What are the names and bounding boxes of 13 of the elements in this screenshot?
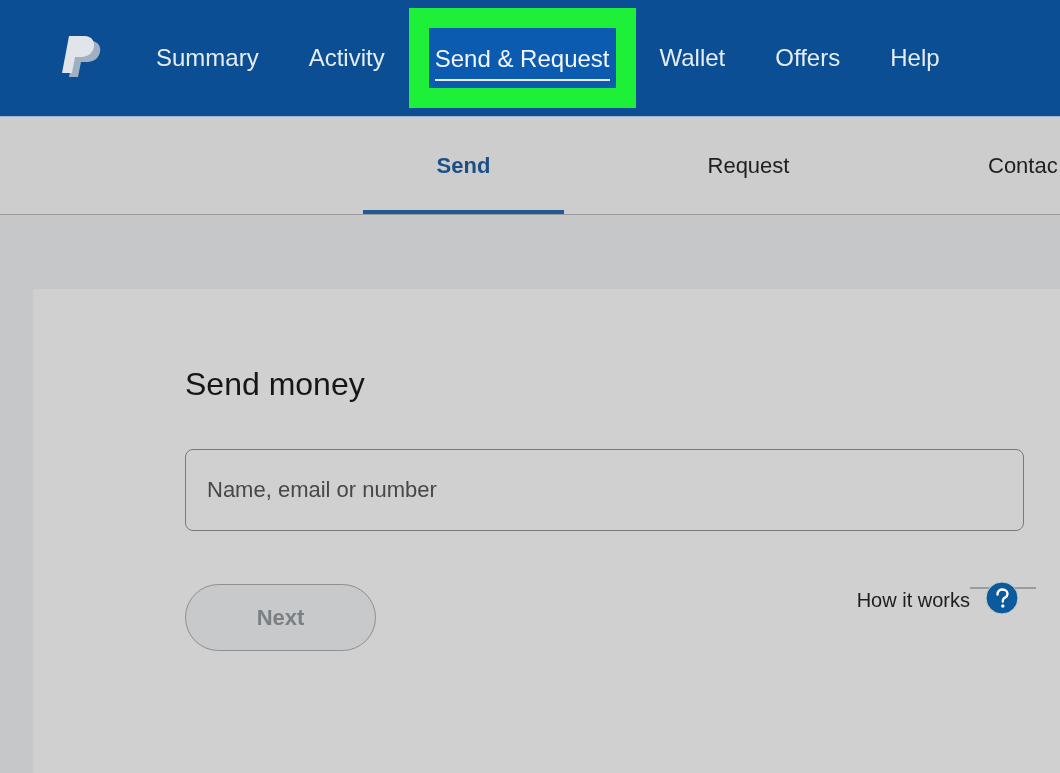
recipient-field[interactable]: Name, email or number bbox=[185, 449, 1024, 531]
nav-tab[interactable]: Offers bbox=[769, 28, 847, 88]
nav-tab[interactable]: Send & Request bbox=[428, 28, 616, 88]
help-icon[interactable] bbox=[970, 581, 1036, 615]
nav-tab[interactable]: Wallet bbox=[653, 28, 732, 88]
nav-tab[interactable]: Activity bbox=[302, 28, 391, 88]
sub-tab[interactable]: Send bbox=[363, 117, 564, 214]
nav-tab[interactable]: Summary bbox=[150, 28, 265, 88]
sub-tab[interactable]: Request bbox=[648, 117, 849, 214]
nav-tab[interactable]: Help bbox=[884, 28, 946, 88]
how-it-works-link[interactable]: How it works bbox=[856, 588, 970, 612]
card-title: Send money bbox=[185, 365, 365, 403]
sub-tab[interactable]: Contac bbox=[933, 117, 1060, 214]
